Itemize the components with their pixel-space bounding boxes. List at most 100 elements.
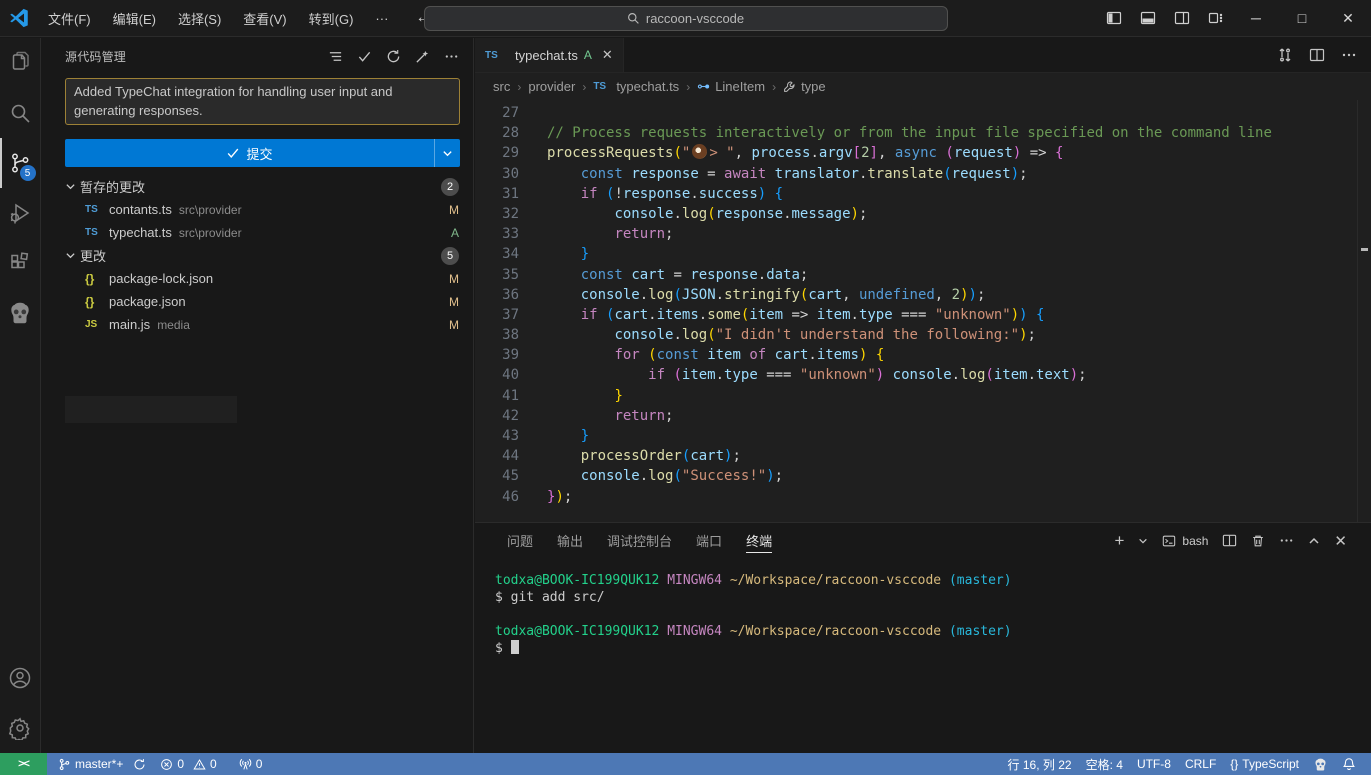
scm-file-row[interactable]: JSmain.jsmediaM bbox=[41, 313, 473, 336]
branch-status[interactable]: master*+ bbox=[51, 757, 153, 771]
notifications-bell[interactable] bbox=[1335, 757, 1363, 771]
code-line[interactable]: 36 console.log(JSON.stringify(cart, unde… bbox=[475, 285, 1371, 305]
code-line[interactable]: 40 if (item.type === "unknown") console.… bbox=[475, 365, 1371, 385]
menu-item-F[interactable]: 文件(F) bbox=[39, 5, 100, 32]
raccoon-status[interactable] bbox=[1306, 757, 1335, 772]
code-line[interactable]: 39 for (const item of cart.items) { bbox=[475, 345, 1371, 365]
panel-tab-端口[interactable]: 端口 bbox=[684, 523, 734, 558]
code-line[interactable]: 41 } bbox=[475, 386, 1371, 406]
panel-more-actions-icon[interactable] bbox=[1279, 533, 1294, 548]
code-line[interactable]: 38 console.log("I didn't understand the … bbox=[475, 325, 1371, 345]
account-button[interactable] bbox=[0, 653, 41, 703]
sidebar-item-run-debug[interactable] bbox=[0, 188, 41, 238]
cursor-position[interactable]: 行 16, 列 22 bbox=[1001, 756, 1079, 773]
breadcrumb-item-typechatts[interactable]: TStypechat.ts bbox=[593, 79, 679, 94]
scm-file-row[interactable]: {}package.jsonM bbox=[41, 290, 473, 313]
code-line[interactable]: 33 return; bbox=[475, 224, 1371, 244]
sidebar-item-extensions[interactable] bbox=[0, 238, 41, 288]
code-line[interactable]: 35 const cart = response.data; bbox=[475, 265, 1371, 285]
code-line[interactable]: 43 } bbox=[475, 426, 1371, 446]
code-line[interactable]: 37 if (cart.items.some(item => item.type… bbox=[475, 305, 1371, 325]
commit-dropdown-button[interactable] bbox=[434, 139, 460, 167]
sidebar-item-search[interactable] bbox=[0, 88, 41, 138]
breadcrumb-item-LineItem[interactable]: LineItem bbox=[697, 79, 765, 94]
customize-layout-icon[interactable] bbox=[1199, 0, 1233, 36]
breadcrumb-item-src[interactable]: src bbox=[493, 79, 510, 94]
scm-group-header[interactable]: 更改5 bbox=[41, 244, 473, 267]
menu-item-E[interactable]: 编辑(E) bbox=[104, 5, 165, 32]
code-line[interactable]: 34 } bbox=[475, 244, 1371, 264]
scm-file-row[interactable]: {}package-lock.jsonM bbox=[41, 267, 473, 290]
ai-commit-message-icon[interactable] bbox=[415, 49, 430, 64]
view-as-tree-icon[interactable] bbox=[328, 49, 343, 64]
breadcrumb-item-provider[interactable]: provider bbox=[528, 79, 575, 94]
panel-tab-终端[interactable]: 终端 bbox=[734, 523, 784, 558]
toggle-secondary-sidebar-icon[interactable] bbox=[1165, 0, 1199, 36]
scm-file-row[interactable]: TScontants.tssrc\providerM bbox=[41, 198, 473, 221]
indentation[interactable]: 空格: 4 bbox=[1079, 756, 1130, 773]
line-number: 41 bbox=[475, 386, 519, 406]
code-line[interactable]: 30 const response = await translator.tra… bbox=[475, 164, 1371, 184]
editor-more-actions-icon[interactable] bbox=[1341, 47, 1357, 63]
code-line[interactable]: 31 if (!response.success) { bbox=[475, 184, 1371, 204]
sidebar-item-raccoon[interactable] bbox=[0, 288, 41, 338]
code-line[interactable]: 28// Process requests interactively or f… bbox=[475, 123, 1371, 143]
panel-tab-输出[interactable]: 输出 bbox=[545, 523, 595, 558]
sync-icon bbox=[133, 758, 146, 771]
code-line[interactable]: 29processRequests("> ", process.argv[2],… bbox=[475, 143, 1371, 163]
close-icon[interactable]: ✕ bbox=[1325, 0, 1371, 36]
split-terminal-icon[interactable] bbox=[1222, 533, 1237, 548]
code-line[interactable]: 27 bbox=[475, 103, 1371, 123]
problems-status[interactable]: 0 0 bbox=[153, 757, 223, 771]
code-editor[interactable]: 2728// Process requests interactively or… bbox=[475, 100, 1371, 524]
eol-sequence[interactable]: CRLF bbox=[1178, 757, 1223, 771]
panel-tab-调试控制台[interactable]: 调试控制台 bbox=[595, 523, 684, 558]
commit-button[interactable]: 提交 bbox=[65, 139, 460, 167]
sidebar-item-explorer[interactable] bbox=[0, 38, 41, 88]
menu-more-icon[interactable]: ··· bbox=[366, 7, 397, 30]
close-panel-icon[interactable]: ✕ bbox=[1334, 532, 1347, 550]
new-terminal-icon[interactable]: + bbox=[1114, 531, 1124, 551]
remote-indicator[interactable]: >< bbox=[0, 753, 47, 775]
code-line[interactable]: 42 return; bbox=[475, 406, 1371, 426]
code-line[interactable]: 44 processOrder(cart); bbox=[475, 446, 1371, 466]
split-editor-icon[interactable] bbox=[1309, 47, 1325, 63]
command-center-search[interactable]: raccoon-vsccode bbox=[424, 6, 948, 31]
sidebar-item-source-control[interactable]: 5 bbox=[0, 138, 41, 188]
toggle-panel-icon[interactable] bbox=[1131, 0, 1165, 36]
menu-item-V[interactable]: 查看(V) bbox=[234, 5, 295, 32]
code-line[interactable]: 46}); bbox=[475, 487, 1371, 507]
scm-group-header[interactable]: 暂存的更改2 bbox=[41, 175, 473, 198]
editor-scrollbar[interactable] bbox=[1357, 100, 1358, 524]
settings-button[interactable] bbox=[0, 703, 41, 753]
tab-typechat[interactable]: TS typechat.ts A ✕ bbox=[475, 38, 624, 72]
refresh-icon[interactable] bbox=[386, 49, 401, 64]
toggle-sidebar-icon[interactable] bbox=[1097, 0, 1131, 36]
tab-close-icon[interactable]: ✕ bbox=[602, 47, 613, 63]
ports-status[interactable]: 0 bbox=[232, 757, 270, 771]
menu-item-S[interactable]: 选择(S) bbox=[169, 5, 230, 32]
kill-terminal-trash-icon[interactable] bbox=[1251, 534, 1265, 548]
maximize-icon[interactable]: □ bbox=[1279, 0, 1325, 36]
code-line[interactable]: 32 console.log(response.message); bbox=[475, 204, 1371, 224]
menu-item-G[interactable]: 转到(G) bbox=[300, 5, 363, 32]
terminal-output[interactable]: todxa@BOOK-IC199QUK12 MINGW64 ~/Workspac… bbox=[475, 558, 1371, 657]
commit-check-icon[interactable] bbox=[357, 49, 372, 64]
line-content: console.log(response.message); bbox=[519, 204, 867, 224]
open-changes-icon[interactable] bbox=[1277, 47, 1293, 63]
hover-highlight bbox=[65, 396, 237, 423]
code-line[interactable]: 45 console.log("Success!"); bbox=[475, 466, 1371, 486]
line-number: 35 bbox=[475, 265, 519, 285]
maximize-panel-icon[interactable] bbox=[1308, 535, 1320, 547]
scm-file-row[interactable]: TStypechat.tssrc\providerA bbox=[41, 221, 473, 244]
encoding[interactable]: UTF-8 bbox=[1130, 757, 1178, 771]
line-number: 43 bbox=[475, 426, 519, 446]
panel-tab-问题[interactable]: 问题 bbox=[495, 523, 545, 558]
terminal-dropdown-icon[interactable] bbox=[1138, 536, 1148, 546]
more-actions-icon[interactable] bbox=[444, 49, 459, 64]
terminal-instance[interactable]: bash bbox=[1162, 534, 1208, 548]
commit-message-input[interactable]: Added TypeChat integration for handling … bbox=[65, 78, 460, 125]
breadcrumb-item-type[interactable]: type bbox=[783, 79, 826, 94]
language-mode[interactable]: {} TypeScript bbox=[1223, 757, 1306, 771]
minimize-icon[interactable]: ─ bbox=[1233, 0, 1279, 36]
